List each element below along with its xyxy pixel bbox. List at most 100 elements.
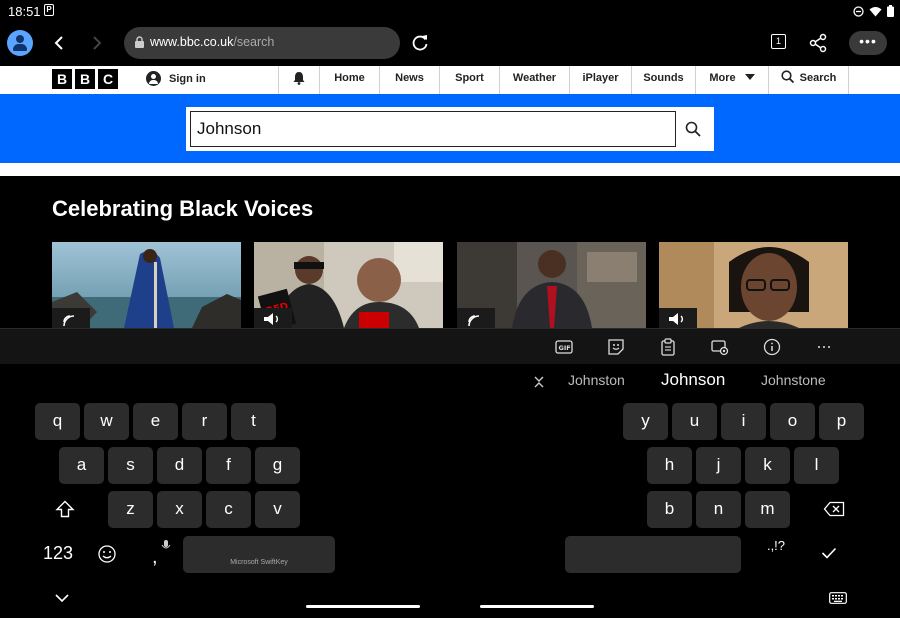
- key-h[interactable]: h: [647, 447, 692, 484]
- key-w[interactable]: w: [84, 403, 129, 440]
- key-v[interactable]: v: [255, 491, 300, 528]
- search-icon: [685, 121, 701, 137]
- shift-key[interactable]: [52, 500, 78, 522]
- key-g[interactable]: g: [255, 447, 300, 484]
- suggestion-item[interactable]: Johnstone: [761, 372, 826, 388]
- nav-news[interactable]: News: [379, 66, 439, 94]
- key-f[interactable]: f: [206, 447, 251, 484]
- key-t[interactable]: t: [231, 403, 276, 440]
- emoji-icon: [98, 545, 116, 563]
- key-i[interactable]: i: [721, 403, 766, 440]
- key-d[interactable]: d: [157, 447, 202, 484]
- logo-letter: B: [52, 69, 72, 89]
- profile-avatar[interactable]: [7, 30, 33, 56]
- svg-text:GIF: GIF: [559, 344, 571, 352]
- suggestion-item-primary[interactable]: Johnson: [661, 370, 725, 390]
- promo-card[interactable]: [52, 242, 241, 328]
- forward-button[interactable]: [86, 32, 108, 54]
- promo-card[interactable]: [659, 242, 848, 328]
- key-p[interactable]: p: [819, 403, 864, 440]
- bell-icon: [293, 72, 305, 85]
- speaker-icon: [669, 313, 683, 325]
- key-s[interactable]: s: [108, 447, 153, 484]
- tab-switcher-button[interactable]: 1: [771, 34, 786, 49]
- bbc-header: B B C Sign in Home News Sport Weather iP…: [0, 66, 900, 94]
- nav-home[interactable]: Home: [319, 66, 379, 94]
- nav-sport[interactable]: Sport: [439, 66, 499, 94]
- logo-letter: B: [75, 69, 95, 89]
- caret-down-icon: [744, 74, 755, 80]
- signin-link[interactable]: Sign in: [146, 71, 206, 86]
- share-button[interactable]: [808, 33, 828, 58]
- key-x[interactable]: x: [157, 491, 202, 528]
- space-key-right[interactable]: [565, 536, 741, 573]
- wifi-icon: [869, 4, 882, 22]
- key-m[interactable]: m: [745, 491, 790, 528]
- nav-sounds[interactable]: Sounds: [631, 66, 695, 94]
- key-z[interactable]: z: [108, 491, 153, 528]
- nav-weather[interactable]: Weather: [499, 66, 569, 94]
- emoji-key[interactable]: [96, 544, 118, 564]
- backspace-icon: [823, 501, 845, 517]
- numbers-key[interactable]: 123: [38, 543, 78, 564]
- nav-search[interactable]: Search: [768, 66, 849, 94]
- backspace-key[interactable]: [822, 501, 846, 519]
- key-e[interactable]: e: [133, 403, 178, 440]
- key-o[interactable]: o: [770, 403, 815, 440]
- signin-label: Sign in: [169, 72, 206, 85]
- more-dots-icon: •••: [859, 33, 877, 49]
- promo-badge: [254, 308, 292, 328]
- space-key-left[interactable]: Microsoft SwiftKey: [183, 536, 335, 573]
- url-domain: www.bbc.co.uk: [150, 35, 234, 49]
- search-input[interactable]: [190, 111, 676, 147]
- url-text: www.bbc.co.uk/search: [150, 35, 274, 49]
- bbc-logo[interactable]: B B C: [52, 69, 118, 89]
- battery-icon: [887, 4, 894, 22]
- suggestion-bar: Johnston Johnson Johnstone: [0, 364, 900, 400]
- key-n[interactable]: n: [696, 491, 741, 528]
- dnd-icon: [853, 4, 864, 22]
- notifications-button[interactable]: [278, 66, 319, 94]
- reload-button[interactable]: [409, 32, 431, 59]
- info-icon[interactable]: [763, 338, 781, 356]
- sticker-icon[interactable]: [607, 338, 625, 356]
- chevron-left-icon: [54, 36, 63, 50]
- collapse-icon[interactable]: [533, 376, 545, 388]
- audio-icon: [63, 315, 75, 327]
- promo-card[interactable]: RED: [254, 242, 443, 328]
- key-q[interactable]: q: [35, 403, 80, 440]
- gif-icon[interactable]: GIF: [555, 338, 573, 356]
- more-icon[interactable]: [815, 338, 833, 356]
- parking-icon: P: [44, 4, 54, 16]
- promo-section: Celebrating Black Voices RED: [0, 176, 900, 328]
- punctuation-key[interactable]: .,!?: [762, 538, 790, 553]
- reload-icon: [412, 35, 428, 51]
- enter-key[interactable]: [820, 546, 838, 562]
- keyboard-switch-button[interactable]: [828, 591, 848, 605]
- nav-more[interactable]: More: [695, 66, 768, 94]
- address-bar[interactable]: www.bbc.co.uk/search: [124, 27, 400, 59]
- key-y[interactable]: y: [623, 403, 668, 440]
- comma-mic-key[interactable]: ,: [148, 538, 171, 568]
- browser-toolbar: www.bbc.co.uk/search 1 •••: [0, 22, 900, 66]
- key-c[interactable]: c: [206, 491, 251, 528]
- key-a[interactable]: a: [59, 447, 104, 484]
- search-icon: [781, 70, 794, 84]
- hide-keyboard-button[interactable]: [53, 591, 71, 605]
- search-submit-button[interactable]: [676, 111, 710, 147]
- key-l[interactable]: l: [794, 447, 839, 484]
- browser-menu-button[interactable]: •••: [849, 31, 887, 55]
- back-button[interactable]: [48, 32, 70, 54]
- gesture-bar-right: [480, 605, 594, 608]
- key-j[interactable]: j: [696, 447, 741, 484]
- nav-iplayer[interactable]: iPlayer: [569, 66, 631, 94]
- key-b[interactable]: b: [647, 491, 692, 528]
- keyboard-settings-icon[interactable]: [711, 338, 729, 356]
- promo-badge: [457, 308, 495, 328]
- key-u[interactable]: u: [672, 403, 717, 440]
- clipboard-icon[interactable]: [659, 338, 677, 356]
- key-k[interactable]: k: [745, 447, 790, 484]
- key-r[interactable]: r: [182, 403, 227, 440]
- suggestion-item[interactable]: Johnston: [568, 372, 625, 388]
- promo-card[interactable]: [457, 242, 646, 328]
